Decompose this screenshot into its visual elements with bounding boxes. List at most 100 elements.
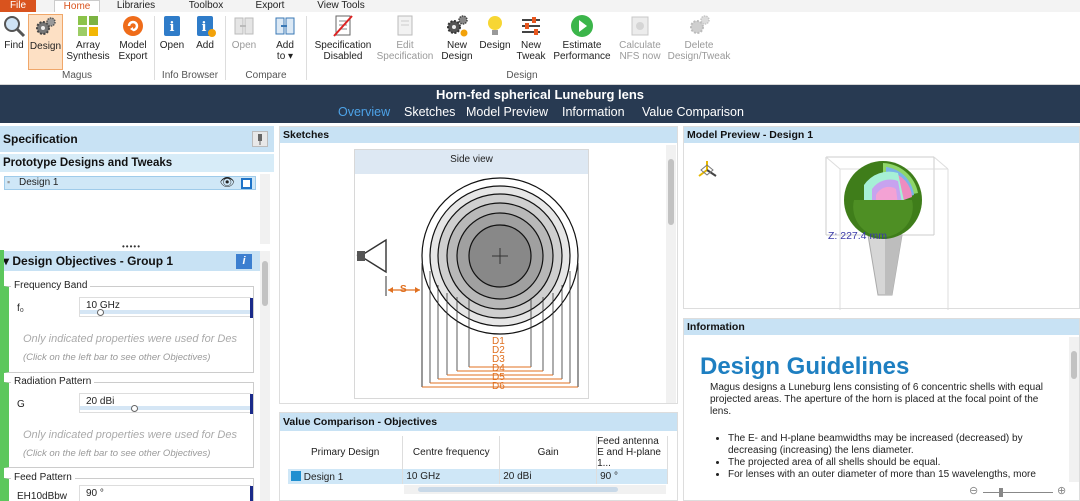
compare-open-button[interactable]: Open — [230, 14, 258, 70]
info-add-label: Add — [196, 40, 214, 51]
col-primary-design[interactable]: Primary Design — [288, 436, 404, 469]
table-row[interactable]: Design 1 10 GHz 20 dBi 90 ° — [288, 469, 668, 484]
zoom-out-icon[interactable]: ⊖ — [969, 484, 978, 497]
design-list-item[interactable]: ▪ Design 1 👁 — [4, 175, 256, 190]
info-button[interactable]: i — [236, 254, 252, 269]
col-centre-frequency[interactable]: Centre frequency — [402, 436, 501, 469]
axes-orientation-icon[interactable] — [696, 159, 718, 181]
nav-tab-model-preview[interactable]: Model Preview — [466, 105, 548, 119]
delete-gears-icon — [690, 15, 710, 34]
tab-toolbox[interactable]: Toolbox — [186, 0, 226, 12]
gain-slider-track[interactable] — [80, 405, 250, 412]
sketches-scrollbar[interactable] — [666, 145, 676, 403]
svg-text:i: i — [170, 20, 175, 35]
estimate-performance-button[interactable]: Estimate Performance — [552, 14, 612, 70]
pin-icon[interactable] — [252, 131, 268, 147]
magnifier-icon — [4, 16, 26, 38]
tab-file[interactable]: File — [0, 0, 36, 12]
delete-design-tweak-button[interactable]: Delete Design/Tweak — [666, 14, 732, 70]
edit-spec-icon — [397, 15, 413, 36]
specification-disabled-button[interactable]: Specification Disabled — [313, 14, 373, 70]
design-color-swatch — [291, 470, 301, 481]
app-title: Horn-fed spherical Luneburg lens — [435, 87, 645, 102]
gain-input[interactable]: 20 dBi — [79, 393, 253, 414]
frequency-band-group[interactable]: Frequency Band f₀ 10 GHz Only indicated … — [4, 280, 254, 373]
calculate-label-1: Calculate — [619, 40, 661, 51]
new-tweak-button[interactable]: New Tweak — [515, 14, 547, 70]
design-button[interactable]: Design — [28, 14, 63, 70]
objectives-left-bar[interactable] — [0, 250, 4, 501]
nav-tab-overview[interactable]: Overview — [338, 105, 390, 119]
model-export-button[interactable]: Model Export — [114, 14, 152, 70]
edit-spec-label-1: Edit — [396, 40, 414, 51]
s-dimension-label: S — [400, 284, 407, 295]
zoom-track[interactable] — [983, 492, 1053, 493]
col-feed-antenna[interactable]: Feed antenna E and H-plane 1... — [596, 436, 668, 469]
beamwidth-input[interactable]: 90 ° — [79, 485, 253, 501]
frequency-slider-knob[interactable] — [97, 309, 104, 316]
gain-marker — [250, 394, 253, 414]
information-header: Information — [684, 319, 1079, 335]
objectives-scrollbar[interactable] — [260, 251, 270, 501]
radiation-pattern-group[interactable]: Radiation Pattern G 20 dBi Only indicate… — [4, 376, 254, 468]
new-design-button[interactable]: New Design — [440, 14, 474, 70]
beamwidth-marker — [250, 486, 253, 501]
model-preview-panel: Model Preview - Design 1 Z: 227.4 mm — [683, 126, 1080, 310]
zoom-slider[interactable]: ⊖ ⊕ — [969, 484, 1069, 499]
visibility-checkbox[interactable] — [241, 178, 252, 189]
nav-tab-sketches[interactable]: Sketches — [404, 105, 455, 119]
tab-export[interactable]: Export — [252, 0, 288, 12]
array-synthesis-button[interactable]: Array Synthesis — [66, 14, 110, 70]
compare-open-label: Open — [231, 40, 257, 51]
design-objectives-header[interactable]: ▾ Design Objectives - Group 1 — [0, 251, 260, 271]
zoom-in-icon[interactable]: ⊕ — [1057, 484, 1066, 497]
feed-pattern-legend: Feed Pattern — [11, 472, 75, 483]
frequency-input[interactable]: 10 GHz — [79, 297, 253, 318]
info-add-button[interactable]: i Add — [192, 14, 218, 70]
z-dimension-label: Z: 227.4 mm — [828, 230, 887, 242]
sketches-scroll-thumb[interactable] — [668, 159, 674, 225]
objectives-scroll-thumb[interactable] — [262, 261, 268, 306]
spec-disabled-label-1: Specification — [314, 40, 372, 51]
compare-add-icon — [275, 17, 295, 35]
nav-tab-value-comparison[interactable]: Value Comparison — [642, 105, 744, 119]
col-gain[interactable]: Gain — [499, 436, 598, 469]
information-scrollbar[interactable] — [1069, 337, 1079, 482]
model-export-label-2: Export — [118, 51, 148, 62]
calculate-nfs-button[interactable]: Calculate NFS now — [615, 14, 665, 70]
sliders-icon — [522, 17, 540, 35]
cell-frequency: 10 GHz — [402, 469, 501, 484]
tab-view-tools[interactable]: View Tools — [315, 0, 367, 12]
tab-libraries[interactable]: Libraries — [116, 0, 156, 12]
add-to-label-1: Add — [276, 40, 294, 51]
feed-pattern-group[interactable]: Feed Pattern EH10dBbw 90 ° — [4, 472, 254, 501]
info-add-icon: i — [197, 16, 216, 37]
table-hscroll-thumb[interactable] — [418, 487, 618, 492]
splitter-handle[interactable]: ••••• — [122, 242, 141, 251]
specification-disabled-icon — [333, 15, 353, 37]
model-export-label-1: Model — [119, 40, 147, 51]
design-objectives-title: Design Objectives - Group 1 — [12, 254, 174, 268]
table-hscrollbar[interactable] — [404, 485, 666, 494]
add-to-compare-button[interactable]: Add to ▾ — [270, 14, 300, 70]
guidelines-list: The E- and H-plane beamwidths may be inc… — [728, 433, 1048, 481]
add-to-label-2: to ▾ — [276, 51, 294, 62]
information-scroll-thumb[interactable] — [1071, 351, 1077, 379]
sketches-header: Sketches — [280, 127, 677, 143]
frequency-slider-track[interactable] — [80, 309, 250, 316]
prototypes-scrollbar[interactable] — [260, 174, 270, 244]
information-panel: Information Design Guidelines Magus desi… — [683, 318, 1080, 501]
info-open-button[interactable]: i Open — [158, 14, 186, 70]
eye-icon[interactable]: 👁 — [220, 175, 235, 189]
edit-specification-button[interactable]: Edit Specification — [375, 14, 435, 70]
guideline-item: For lenses with an outer diameter of mor… — [728, 469, 1048, 481]
new-design-label-2: Design — [441, 51, 473, 62]
tab-home[interactable]: Home — [54, 0, 100, 12]
calculate-nfs-icon — [631, 16, 649, 36]
zoom-knob[interactable] — [999, 488, 1003, 497]
find-button[interactable]: Find — [2, 14, 26, 70]
nav-tab-information[interactable]: Information — [562, 105, 625, 119]
gain-slider-knob[interactable] — [131, 405, 138, 412]
frequency-marker — [250, 298, 253, 318]
design-idea-button[interactable]: Design — [478, 14, 512, 70]
